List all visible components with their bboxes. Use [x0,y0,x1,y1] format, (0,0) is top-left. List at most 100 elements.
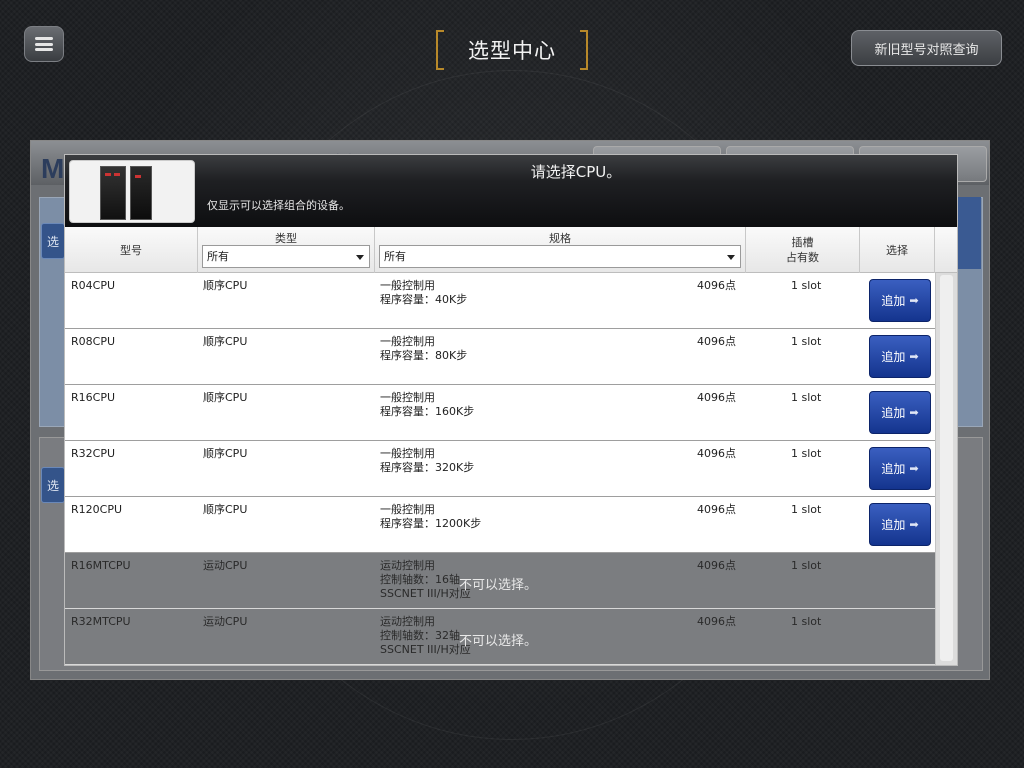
cell-io-points: 4096点 [697,615,736,628]
type-filter-value: 所有 [207,250,229,263]
cell-type: 运动CPU [203,559,248,572]
dialog-title: 请选择CPU。 [530,163,622,181]
table-scrollbar[interactable] [935,273,957,665]
model-compare-button[interactable]: 新旧型号对照查询 [851,30,1002,66]
arrow-right-icon: ➡ [909,406,919,419]
cell-spec: 一般控制用 程序容量：320K步 [380,447,474,475]
cell-model: R16CPU [71,391,116,404]
cell-type: 顺序CPU [203,391,248,404]
cell-spec-line-2: 程序容量：80K步 [380,349,468,362]
table-row[interactable]: R08CPU 顺序CPU 一般控制用 程序容量：80K步 4096点 1 slot 追加 ➡ [65,329,935,385]
cell-type: 顺序CPU [203,503,248,516]
menu-button[interactable] [24,26,64,62]
chevron-down-icon [356,255,364,260]
cell-model: R120CPU [71,503,123,516]
add-button-label: 追加 [881,518,906,532]
column-header-spec: 规格 所有 [375,227,746,273]
unavailable-notice: 不可以选择。 [459,634,538,649]
cell-spec-line-1: 一般控制用 [380,279,435,292]
cell-spec-line-2: 控制轴数：32轴 [380,629,460,642]
cpu-module-unit-1 [100,166,126,220]
column-header-slot: 插槽 占有数 [746,227,860,273]
cell-type: 顺序CPU [203,447,248,460]
cell-io-points: 4096点 [697,447,736,460]
cell-slot: 1 slot [791,447,822,460]
add-button[interactable]: 追加 ➡ [869,391,931,434]
cell-spec: 一般控制用 程序容量：160K步 [380,391,474,419]
page-title-frame: 选型中心 [436,30,588,70]
spec-filter-value: 所有 [384,250,406,263]
cell-spec-line-3: SSCNET III/H对应 [380,587,471,600]
background-side-button-2[interactable]: 选 [41,467,65,503]
cell-slot: 1 slot [791,279,822,292]
scrollbar-thumb[interactable] [940,275,953,661]
table-header: 型号 类型 所有 规格 所有 插槽 占有数 选择 [65,227,957,273]
column-header-type: 类型 所有 [198,227,375,273]
table-row[interactable]: R16CPU 顺序CPU 一般控制用 程序容量：160K步 4096点 1 slot 追加 ➡ [65,385,935,441]
arrow-right-icon: ➡ [909,518,919,531]
dialog-header: 请选择CPU。 仅显示可以选择组合的设备。 [65,155,957,227]
cell-spec-line-2: 控制轴数：16轴 [380,573,460,586]
add-button-label: 追加 [881,350,906,364]
add-button-label: 追加 [881,462,906,476]
add-button-label: 追加 [881,294,906,308]
cell-spec-line-2: 程序容量：320K步 [380,461,475,474]
cell-io-points: 4096点 [697,391,736,404]
column-header-model: 型号 [65,227,198,273]
title-bracket-left [436,30,444,70]
cpu-module-unit-2 [130,166,152,220]
cell-spec: 一般控制用 程序容量：80K步 [380,335,467,363]
add-button[interactable]: 追加 ➡ [869,279,931,322]
cell-spec-line-1: 一般控制用 [380,447,435,460]
cpu-module-image [69,160,195,223]
dialog-subtitle: 仅显示可以选择组合的设备。 [207,199,350,212]
chevron-down-icon [727,255,735,260]
add-button[interactable]: 追加 ➡ [869,335,931,378]
cell-spec-line-1: 一般控制用 [380,503,435,516]
cell-io-points: 4096点 [697,335,736,348]
cpu-select-dialog: 请选择CPU。 仅显示可以选择组合的设备。 型号 类型 所有 规格 所有 插槽 … [64,154,958,666]
cell-io-points: 4096点 [697,503,736,516]
add-button[interactable]: 追加 ➡ [869,447,931,490]
type-filter-select[interactable]: 所有 [202,245,370,268]
cell-spec-line-1: 运动控制用 [380,615,435,628]
arrow-right-icon: ➡ [909,350,919,363]
cell-type: 顺序CPU [203,279,248,292]
cell-spec-line-3: SSCNET III/H对应 [380,643,471,656]
column-label-slot: 插槽 占有数 [786,236,819,264]
cell-model: R08CPU [71,335,116,348]
cell-spec-line-2: 程序容量：160K步 [380,405,475,418]
cell-io-points: 4096点 [697,279,736,292]
cell-spec: 运动控制用 控制轴数：32轴 SSCNET III/H对应 [380,615,471,657]
cpu-table-body: R04CPU 顺序CPU 一般控制用 程序容量：40K步 4096点 1 slot 追加 ➡ R… [65,273,935,665]
cell-spec-line-1: 一般控制用 [380,391,435,404]
cell-slot: 1 slot [791,615,822,628]
cell-spec: 一般控制用 程序容量：40K步 [380,279,467,307]
table-row[interactable]: R04CPU 顺序CPU 一般控制用 程序容量：40K步 4096点 1 slot 追加 ➡ [65,273,935,329]
add-button[interactable]: 追加 ➡ [869,503,931,546]
arrow-right-icon: ➡ [909,294,919,307]
page-title: 选型中心 [468,39,556,63]
table-row[interactable]: R120CPU 顺序CPU 一般控制用 程序容量：1200K步 4096点 1 slot 追… [65,497,935,553]
unavailable-notice: 不可以选择。 [459,578,538,593]
cell-spec: 运动控制用 控制轴数：16轴 SSCNET III/H对应 [380,559,471,601]
cell-model: R32MTCPU [71,615,131,628]
column-label-type: 类型 [275,232,297,245]
column-label-model: 型号 [120,243,142,257]
cell-slot: 1 slot [791,503,822,516]
cell-spec: 一般控制用 程序容量：1200K步 [380,503,481,531]
title-bracket-right [580,30,588,70]
column-label-spec: 规格 [549,232,571,245]
cell-model: R16MTCPU [71,559,131,572]
cell-slot: 1 slot [791,559,822,572]
cell-type: 顺序CPU [203,335,248,348]
cell-spec-line-2: 程序容量：1200K步 [380,517,482,530]
table-row: R32MTCPU 运动CPU 运动控制用 控制轴数：32轴 SSCNET III/H对应… [65,609,935,665]
arrow-right-icon: ➡ [909,462,919,475]
spec-filter-select[interactable]: 所有 [379,245,741,268]
table-row[interactable]: R32CPU 顺序CPU 一般控制用 程序容量：320K步 4096点 1 slot 追加 ➡ [65,441,935,497]
cell-spec-line-1: 运动控制用 [380,559,435,572]
table-row: R16MTCPU 运动CPU 运动控制用 控制轴数：16轴 SSCNET III/H对应… [65,553,935,609]
column-header-select: 选择 [860,227,935,273]
background-side-button-1[interactable]: 选 [41,223,65,259]
